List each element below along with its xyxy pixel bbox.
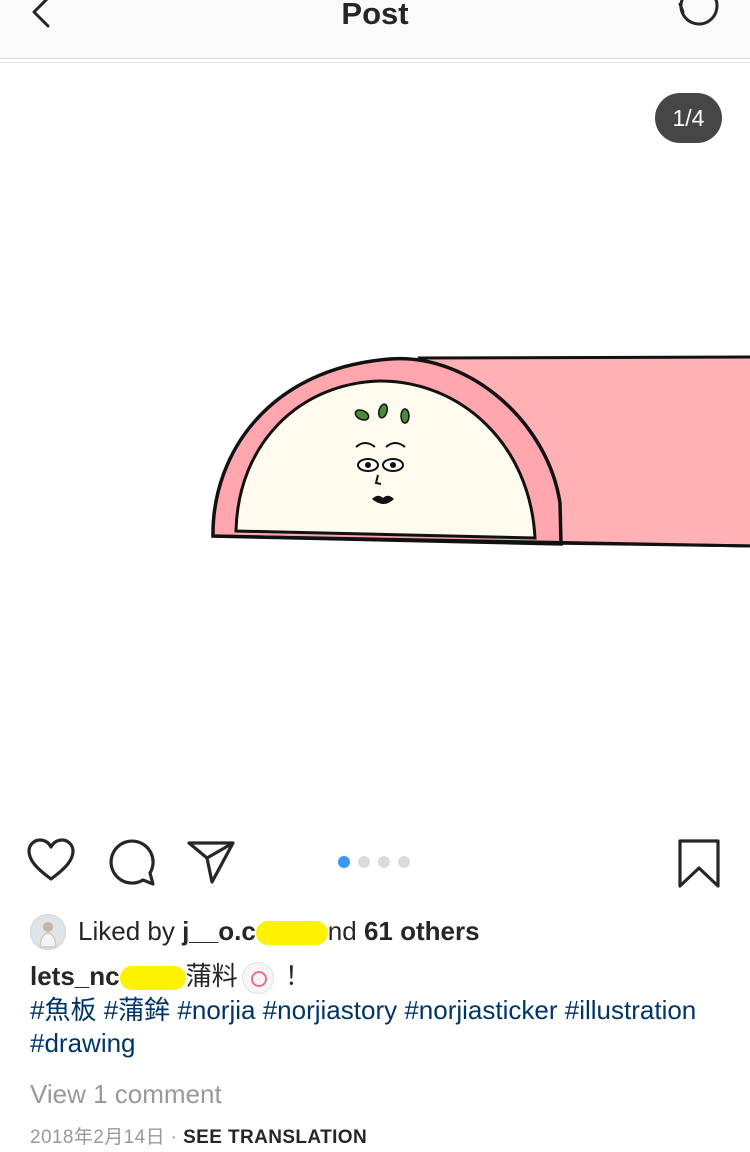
refresh-icon [678,0,719,26]
hashtag-list: #魚板 #蒲鉾 #norjia #norjiastory #norjiastic… [30,995,696,1058]
hashtag[interactable]: #魚板 [30,995,96,1025]
redaction-mark [255,921,328,946]
carousel-counter-badge: 1/4 [655,93,722,143]
refresh-button[interactable] [674,0,722,38]
post-image [211,355,750,548]
hashtag[interactable]: #norjiasticker [404,995,557,1025]
likes-prefix: Liked by [78,916,183,946]
heart-icon [27,838,75,881]
avatar-image [39,922,57,948]
hashtag[interactable]: #drawing [30,1028,136,1058]
comment-button[interactable] [107,838,157,891]
carousel-dot [398,856,410,868]
likes-summary: Liked by j__o.c nd 61 others [30,912,730,950]
carousel-indicator [338,856,410,868]
liker-avatar[interactable] [30,914,66,950]
caption-text: 蒲料 [185,961,238,991]
save-button[interactable] [676,838,722,895]
hashtag[interactable]: #illustration [565,995,697,1025]
like-button[interactable] [26,838,76,889]
top-nav-bar: Post [0,0,750,59]
likes-count[interactable]: 61 others [364,916,480,946]
direct-send-icon [187,841,235,884]
share-button[interactable] [186,838,236,891]
post-caption: lets_nc 蒲料 ！ #魚板 #蒲鉾 #norjia #norjiastory… [30,960,730,1060]
hashtag[interactable]: #蒲鉾 [104,995,170,1025]
carousel-dot-active [338,856,350,868]
see-translation-link[interactable]: SEE TRANSLATION [183,1127,367,1148]
comment-icon [109,839,155,886]
hashtag[interactable]: #norjiastory [263,995,397,1025]
likes-text: Liked by j__o.c nd 61 others [78,914,480,948]
caption-suffix: ！ [284,961,311,991]
post-date: 2018年2月14日 [30,1127,165,1148]
hashtag[interactable]: #norjia [177,995,255,1025]
likes-and: nd [327,916,364,946]
post-media-carousel[interactable]: 1/4 [0,63,750,820]
post-meta: 2018年2月14日 · SEE TRANSLATION [30,1124,367,1152]
author-username[interactable]: lets_nc [30,961,120,991]
bookmark-icon [678,839,720,888]
redaction-mark [119,966,186,991]
carousel-dot [358,856,370,868]
post-actions-bar [0,830,750,894]
carousel-dot [378,856,390,868]
liker-username[interactable]: j__o.c [182,916,256,946]
leaf [400,408,410,424]
view-comments-link[interactable]: View 1 comment [30,1076,222,1112]
meta-separator: · [164,1127,184,1148]
fishcake-emoji-icon [241,962,274,995]
page-title: Post [341,0,409,31]
